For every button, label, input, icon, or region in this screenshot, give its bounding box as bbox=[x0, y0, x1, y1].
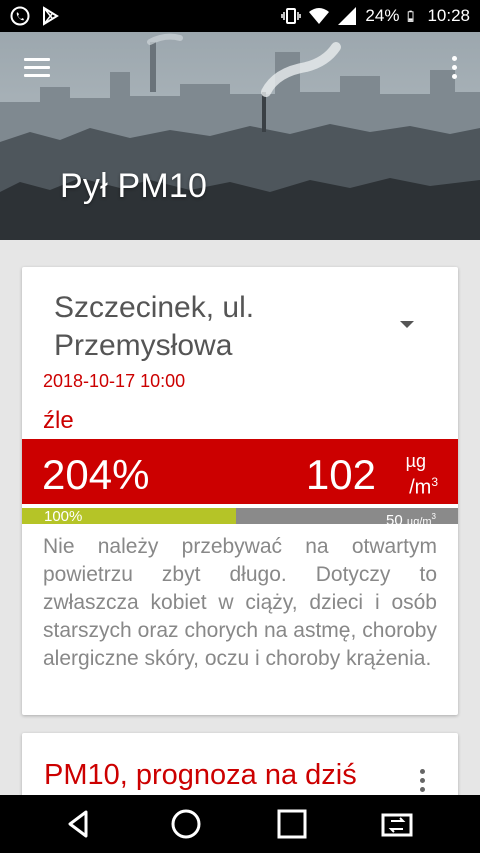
signal-icon bbox=[338, 7, 357, 25]
home-icon[interactable] bbox=[169, 807, 203, 841]
alert-band: 204% 102 µg /m3 bbox=[22, 439, 458, 504]
city-smog-image bbox=[0, 32, 480, 240]
norm-progress-label: 100% bbox=[44, 508, 83, 525]
forecast-overflow-icon[interactable] bbox=[418, 769, 426, 795]
unit-numerator: µg bbox=[405, 451, 426, 471]
battery-icon bbox=[408, 10, 414, 22]
concentration-value: 102 bbox=[305, 451, 376, 498]
station-selector[interactable]: Szczecinek, ul. Przemysłowa bbox=[54, 289, 394, 365]
play-store-icon bbox=[43, 6, 59, 26]
forecast-title: PM10, prognoza na dziś bbox=[44, 759, 357, 791]
status-bar: 24% 10:28 bbox=[0, 0, 480, 32]
page-title: Pył PM10 bbox=[60, 167, 208, 205]
norm-percentage: 204% bbox=[42, 451, 150, 498]
norm-progress-bar: 100% 50 µg/m3 bbox=[22, 508, 458, 524]
norm-limit-label: 50 µg/m3 bbox=[386, 512, 436, 524]
health-advice: Nie należy przebywać na otwartym powietr… bbox=[43, 535, 437, 670]
measurement-timestamp: 2018-10-17 10:00 bbox=[43, 371, 186, 391]
recents-icon[interactable] bbox=[275, 807, 309, 841]
wifi-icon bbox=[309, 8, 330, 24]
measurement-card: Szczecinek, ul. Przemysłowa 2018-10-17 1… bbox=[22, 267, 458, 715]
unit-denominator: /m3 bbox=[409, 475, 438, 499]
navigation-bar bbox=[0, 795, 480, 853]
overflow-menu-icon[interactable] bbox=[450, 56, 458, 82]
dropdown-arrow-icon[interactable] bbox=[400, 321, 414, 328]
app-header: Pył PM10 bbox=[0, 32, 480, 240]
clock: 10:28 bbox=[427, 6, 470, 25]
air-quality-label: źle bbox=[43, 407, 74, 434]
menu-icon[interactable] bbox=[24, 58, 50, 78]
battery-percent: 24% bbox=[365, 6, 400, 25]
whatsapp-icon bbox=[10, 6, 30, 26]
screen-switch-icon[interactable] bbox=[380, 807, 414, 841]
back-icon[interactable] bbox=[62, 807, 96, 841]
vibrate-icon bbox=[281, 8, 302, 24]
